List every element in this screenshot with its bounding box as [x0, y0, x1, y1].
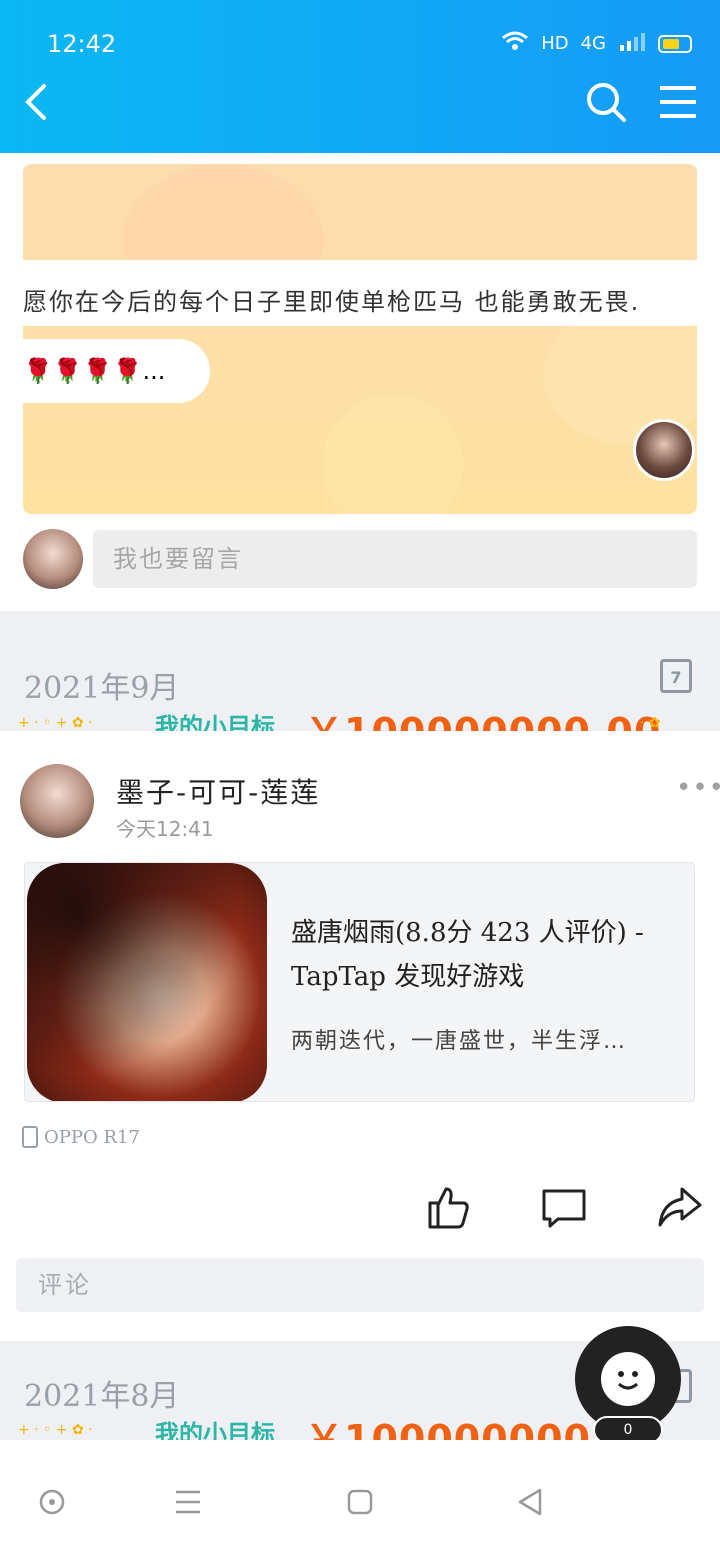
share-icon — [658, 1187, 702, 1227]
battery-icon — [658, 34, 692, 53]
comment-button[interactable] — [540, 1183, 588, 1231]
calendar-icon[interactable]: 7 — [660, 659, 692, 693]
signal-bars-icon — [618, 31, 646, 56]
rose-bubble: 🌹🌹🌹🌹... — [23, 339, 210, 403]
top-header: 12:42 HD 4G — [0, 0, 720, 153]
menu-icon — [660, 86, 696, 118]
status-time: 12:42 — [47, 30, 117, 58]
shared-link-title: 盛唐烟雨(8.8分 423 人评价) - TapTap 发现好游戏 — [291, 918, 644, 992]
banner-message: 愿你在今后的每个日子里即使单枪匹马 也能勇敢无畏. — [23, 288, 641, 316]
app-page: 12:42 HD 4G 愿你在今后的每个日子里即使单枪匹马 也能勇敢无畏. 🌹🌹… — [0, 0, 720, 1560]
signal-label: 4G — [580, 33, 606, 54]
phone-icon — [22, 1126, 38, 1148]
back-button[interactable] — [16, 80, 56, 124]
device-label: OPPO R17 — [44, 1126, 140, 1148]
game-thumbnail — [27, 863, 267, 1101]
month-label: 2021年8月 — [24, 1379, 180, 1414]
share-button[interactable] — [656, 1183, 704, 1231]
comment-icon — [542, 1189, 586, 1228]
status-icons: HD 4G — [501, 30, 692, 57]
leave-message-input[interactable]: 我也要留言 — [93, 530, 697, 588]
search-icon — [587, 83, 626, 122]
back-nav-button[interactable] — [510, 1482, 550, 1522]
leave-message-row: 我也要留言 — [23, 529, 697, 589]
comment-input[interactable]: 评论 — [16, 1258, 704, 1312]
wifi-icon — [501, 30, 529, 57]
more-options-icon[interactable]: ••• — [676, 773, 720, 803]
avatar[interactable] — [23, 529, 83, 589]
avatar[interactable] — [633, 419, 695, 481]
feed-post: 墨子-可可-莲莲 今天12:41 ••• 盛唐烟雨(8.8分 423 人评价) … — [0, 731, 720, 1341]
month-label: 2021年9月 — [24, 671, 180, 706]
menu-nav-button[interactable] — [168, 1482, 208, 1522]
system-nav-bar — [0, 1440, 720, 1560]
shared-link-card[interactable]: 盛唐烟雨(8.8分 423 人评价) - TapTap 发现好游戏 两朝迭代，一… — [24, 862, 695, 1102]
network-label: HD — [541, 33, 569, 54]
lines-icon — [176, 1490, 200, 1514]
guestbook-banner: 愿你在今后的每个日子里即使单枪匹马 也能勇敢无畏. 🌹🌹🌹🌹... — [23, 164, 697, 514]
square-icon — [347, 1489, 373, 1515]
avatar[interactable] — [20, 764, 94, 838]
menu-button[interactable] — [656, 80, 700, 124]
smiley-icon — [601, 1352, 655, 1406]
triangle-back-icon — [518, 1488, 542, 1516]
post-time: 今天12:41 — [116, 817, 214, 841]
home-nav-button[interactable] — [340, 1482, 380, 1522]
chevron-left-icon — [25, 84, 46, 120]
post-author[interactable]: 墨子-可可-莲莲 — [116, 771, 320, 811]
guestbook-card: 愿你在今后的每个日子里即使单枪匹马 也能勇敢无畏. 🌹🌹🌹🌹... 我也要留言 — [0, 153, 720, 611]
like-icon — [428, 1187, 469, 1229]
shared-link-description: 两朝迭代，一唐盛世，半生浮… — [291, 1029, 628, 1054]
search-button[interactable] — [584, 80, 628, 124]
circle-dot-icon — [39, 1489, 65, 1515]
like-button[interactable] — [424, 1183, 472, 1231]
device-info: OPPO R17 — [22, 1126, 140, 1148]
assistant-nav-button[interactable] — [32, 1482, 72, 1522]
